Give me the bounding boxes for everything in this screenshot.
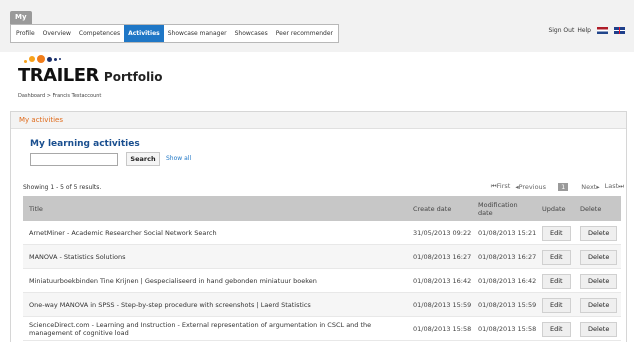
- pager-current-page[interactable]: 1: [558, 182, 569, 191]
- nav-competences[interactable]: Competences: [75, 25, 124, 42]
- my-tab[interactable]: My: [10, 11, 32, 24]
- activities-table: Title Create date Modification date Upda…: [23, 196, 621, 341]
- show-all-link[interactable]: Show all: [166, 155, 191, 162]
- row-title[interactable]: MANOVA - Statistics Solutions: [29, 245, 399, 269]
- table-row: Miniatuurboekbinden Tine Krijnen | Gespe…: [23, 269, 621, 293]
- header-modification-date[interactable]: Modification date: [478, 196, 533, 221]
- row-modification-date: 01/08/2013 15:21: [478, 229, 537, 237]
- logo-subtitle: Portfolio: [103, 70, 163, 84]
- top-bar: My Profile Overview Competences Activiti…: [0, 0, 634, 52]
- pagination: ⏮First ◂Previous 1 Next▸ Last⏭: [486, 182, 624, 191]
- pager-last[interactable]: Last⏭: [605, 182, 624, 191]
- search-button[interactable]: Search: [126, 152, 160, 166]
- panel-title: My activities: [11, 112, 626, 129]
- row-title[interactable]: ScienceDirect.com - Learning and Instruc…: [29, 317, 399, 341]
- nav-showcases[interactable]: Showcases: [231, 25, 272, 42]
- row-modification-date: 01/08/2013 16:27: [478, 253, 537, 261]
- search-input[interactable]: [30, 153, 118, 166]
- edit-button[interactable]: Edit: [542, 321, 571, 337]
- row-create-date: 01/08/2013 16:42: [413, 277, 472, 285]
- row-modification-date: 01/08/2013 16:42: [478, 277, 537, 285]
- row-title[interactable]: Miniatuurboekbinden Tine Krijnen | Gespe…: [29, 269, 399, 293]
- delete-button[interactable]: Delete: [580, 321, 618, 337]
- breadcrumb[interactable]: Dashboard > Francis Testaccount: [18, 93, 101, 99]
- nav-peer-recommender[interactable]: Peer recommender: [272, 25, 337, 42]
- table-header: Title Create date Modification date Upda…: [23, 196, 621, 221]
- table-row: MANOVA - Statistics Solutions 01/08/2013…: [23, 245, 621, 269]
- user-links: Sign Out Help: [548, 27, 625, 34]
- header-create-date[interactable]: Create date: [413, 196, 451, 221]
- sign-out-link[interactable]: Sign Out: [548, 27, 574, 34]
- edit-button[interactable]: Edit: [542, 249, 571, 265]
- logo-text: TRAILER: [18, 65, 99, 86]
- logo-dots-icon: [24, 55, 64, 65]
- section-title: My learning activities: [30, 139, 140, 149]
- row-create-date: 01/08/2013 15:59: [413, 301, 472, 309]
- results-count: Showing 1 - 5 of 5 results.: [23, 184, 102, 191]
- nav-showcase-manager[interactable]: Showcase manager: [164, 25, 231, 42]
- delete-button[interactable]: Delete: [580, 249, 618, 265]
- table-row: One-way MANOVA in SPSS - Step-by-step pr…: [23, 293, 621, 317]
- row-modification-date: 01/08/2013 15:59: [478, 301, 537, 309]
- nav-activities[interactable]: Activities: [124, 25, 164, 42]
- main-nav: Profile Overview Competences Activities …: [10, 24, 340, 43]
- row-create-date: 01/08/2013 15:58: [413, 325, 472, 333]
- header-title[interactable]: Title: [29, 196, 43, 221]
- header-delete: Delete: [580, 204, 602, 213]
- nav-overview[interactable]: Overview: [39, 25, 75, 42]
- row-modification-date: 01/08/2013 15:58: [478, 325, 537, 333]
- edit-button[interactable]: Edit: [542, 297, 571, 313]
- row-title[interactable]: ArnetMiner - Academic Researcher Social …: [29, 221, 399, 245]
- delete-button[interactable]: Delete: [580, 273, 618, 289]
- row-title[interactable]: One-way MANOVA in SPSS - Step-by-step pr…: [29, 293, 399, 317]
- edit-button[interactable]: Edit: [542, 273, 571, 289]
- pager-next[interactable]: Next▸: [581, 183, 599, 191]
- pager-previous[interactable]: ◂Previous: [515, 183, 546, 191]
- dutch-flag-icon[interactable]: [597, 27, 608, 34]
- pager-first[interactable]: ⏮First: [491, 182, 511, 191]
- help-link[interactable]: Help: [577, 27, 591, 34]
- table-row: ArnetMiner - Academic Researcher Social …: [23, 221, 621, 245]
- row-create-date: 31/05/2013 09:22: [413, 229, 472, 237]
- table-row: ScienceDirect.com - Learning and Instruc…: [23, 317, 621, 341]
- english-flag-icon[interactable]: [614, 27, 625, 34]
- header-update: Update: [542, 204, 566, 213]
- delete-button[interactable]: Delete: [580, 297, 618, 313]
- row-create-date: 01/08/2013 16:27: [413, 253, 472, 261]
- delete-button[interactable]: Delete: [580, 225, 618, 241]
- nav-profile[interactable]: Profile: [12, 25, 39, 42]
- edit-button[interactable]: Edit: [542, 225, 571, 241]
